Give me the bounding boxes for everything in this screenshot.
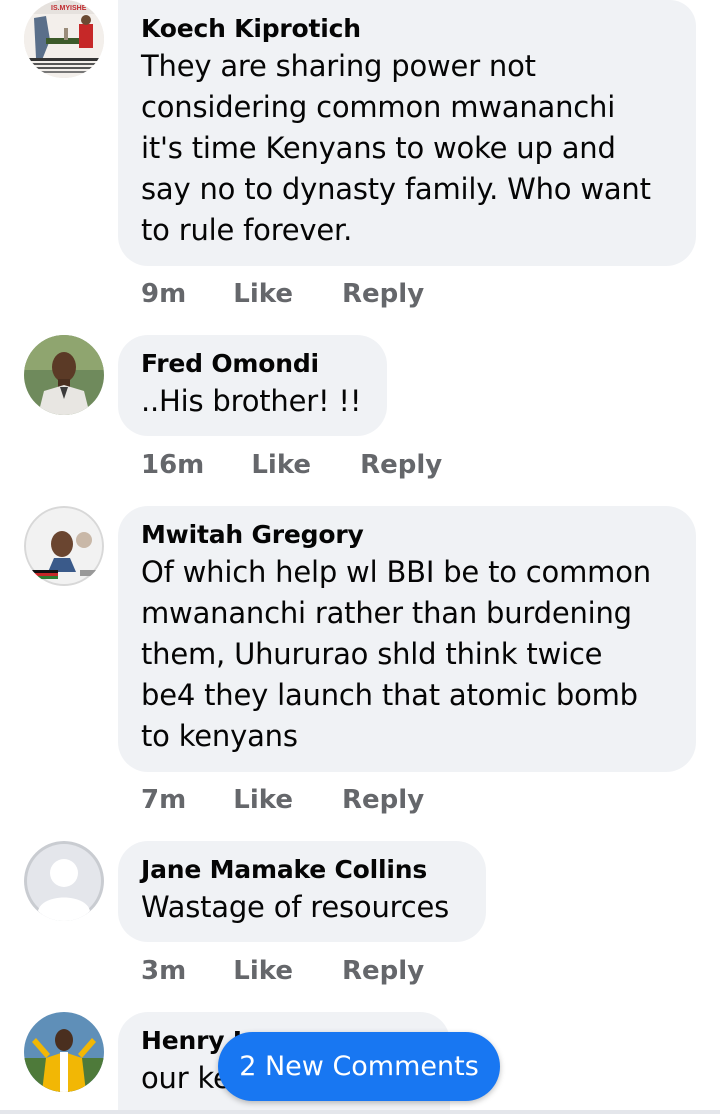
comment-bubble[interactable]: Koech Kiprotich They are sharing power n…	[118, 0, 696, 266]
comment-bubble[interactable]: Mwitah Gregory Of which help wl BBI be t…	[118, 506, 696, 772]
comment-text: Of which help wl BBI be to common mwanan…	[141, 555, 651, 753]
comment-time[interactable]: 7m	[141, 783, 186, 817]
like-button[interactable]: Like	[251, 448, 311, 482]
avatar-image	[24, 506, 104, 586]
avatar-logo-text: IS.MYISHE	[51, 5, 87, 12]
comment-actions: 16m Like Reply	[141, 448, 442, 482]
comment-time[interactable]: 9m	[141, 277, 186, 311]
comment-text: ..His brother! !!	[141, 384, 362, 418]
comment-author[interactable]: Mwitah Gregory	[141, 518, 672, 552]
comment-text: They are sharing power not considering c…	[141, 49, 651, 247]
like-button[interactable]: Like	[233, 277, 293, 311]
reply-button[interactable]: Reply	[342, 783, 424, 817]
comment-bubble[interactable]: Jane Mamake Collins Wastage of resources	[118, 841, 486, 942]
comment-author[interactable]: Koech Kiprotich	[141, 12, 672, 46]
default-avatar[interactable]	[24, 841, 104, 921]
avatar[interactable]	[24, 1012, 104, 1092]
comment-time[interactable]: 16m	[141, 448, 204, 482]
avatar[interactable]	[24, 335, 104, 415]
reply-button[interactable]: Reply	[342, 954, 424, 988]
avatar-image: IS.MYISHE	[24, 0, 104, 78]
reply-button[interactable]: Reply	[360, 448, 442, 482]
comment-author[interactable]: Fred Omondi	[141, 347, 363, 381]
avatar[interactable]	[24, 506, 104, 586]
comment-bubble[interactable]: Fred Omondi ..His brother! !!	[118, 335, 387, 436]
comment-author[interactable]: Jane Mamake Collins	[141, 853, 462, 887]
comment-actions: 7m Like Reply	[141, 783, 424, 817]
like-button[interactable]: Like	[233, 783, 293, 817]
like-button[interactable]: Like	[233, 954, 293, 988]
avatar-image	[24, 335, 104, 415]
bottom-divider	[0, 1110, 720, 1114]
comment-actions: 9m Like Reply	[141, 277, 424, 311]
default-profile-icon	[24, 841, 104, 921]
avatar-image	[24, 1012, 104, 1092]
comment-actions: 3m Like Reply	[141, 954, 424, 988]
comment-time[interactable]: 3m	[141, 954, 186, 988]
comment-text: Wastage of resources	[141, 890, 450, 924]
reply-button[interactable]: Reply	[342, 277, 424, 311]
avatar[interactable]: IS.MYISHE	[24, 0, 104, 78]
new-comments-button[interactable]: 2 New Comments	[218, 1032, 500, 1101]
